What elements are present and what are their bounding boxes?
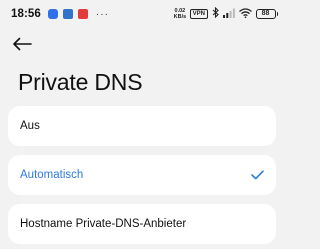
network-speed-unit: KB/s — [173, 14, 187, 20]
battery-icon: 88 — [255, 9, 278, 19]
signal-icon — [222, 5, 235, 23]
option-off-label: Aus — [20, 120, 40, 132]
more-notifications-icon: ··· — [95, 8, 109, 20]
back-arrow-icon — [12, 37, 32, 56]
back-button[interactable] — [12, 34, 42, 58]
system-icons: 0.02 KB/s VPN 88 — [174, 5, 278, 23]
bluetooth-icon — [212, 5, 219, 23]
app-notification-icon — [62, 9, 73, 19]
notification-icons: ··· — [47, 8, 109, 20]
wifi-icon — [238, 5, 252, 23]
option-hostname[interactable]: Hostname Private-DNS-Anbieter — [8, 204, 276, 244]
option-automatic-label: Automatisch — [20, 169, 84, 181]
checkmark-icon — [251, 170, 264, 180]
option-automatic[interactable]: Automatisch — [8, 155, 276, 195]
network-speed: 0.02 KB/s — [174, 8, 187, 20]
messenger-notification-icon — [47, 9, 58, 19]
option-off[interactable]: Aus — [8, 106, 276, 146]
page-title: Private DNS — [18, 69, 143, 95]
mail-notification-icon — [77, 9, 88, 19]
status-time: 18:56 — [11, 8, 41, 20]
battery-level: 88 — [255, 9, 276, 19]
status-bar: 18:56 ··· 0.02 KB/s VPN 88 — [0, 0, 286, 28]
option-hostname-label: Hostname Private-DNS-Anbieter — [20, 218, 187, 230]
vpn-icon: VPN — [190, 9, 208, 19]
battery-tip — [276, 12, 278, 16]
